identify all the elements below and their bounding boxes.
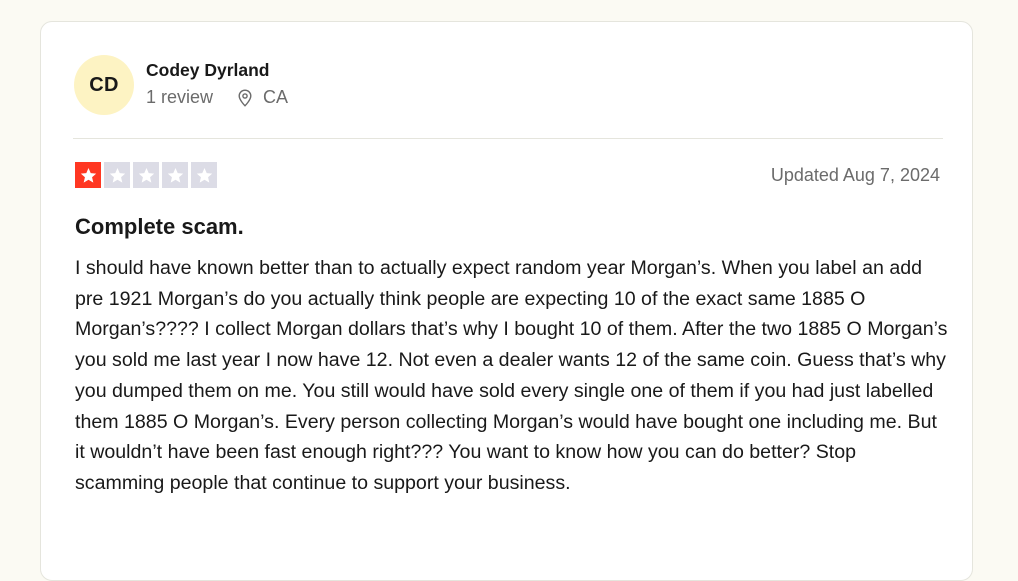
review-title[interactable]: Complete scam. — [75, 213, 244, 241]
review-card: CD Codey Dyrland 1 review CA Updated Aug… — [40, 21, 973, 581]
location-pin-icon — [235, 88, 255, 108]
star-icon — [162, 162, 188, 188]
location-label: CA — [263, 87, 289, 107]
star-icon — [104, 162, 130, 188]
consumer-name[interactable]: Codey Dyrland — [146, 58, 288, 82]
review-count: 1 review — [146, 87, 214, 107]
star-icon — [191, 162, 217, 188]
divider — [73, 138, 943, 139]
review-date: Updated Aug 7, 2024 — [770, 165, 940, 185]
star-icon — [75, 162, 101, 188]
consumer-header: CD Codey Dyrland 1 review CA — [74, 55, 288, 115]
consumer-info: Codey Dyrland 1 review CA — [146, 58, 288, 108]
avatar[interactable]: CD — [74, 55, 134, 115]
review-body: I should have known better than to actua… — [75, 257, 948, 494]
star-icon — [133, 162, 159, 188]
consumer-location: CA — [235, 87, 288, 108]
star-rating — [75, 162, 220, 188]
consumer-meta: 1 review CA — [146, 87, 288, 108]
